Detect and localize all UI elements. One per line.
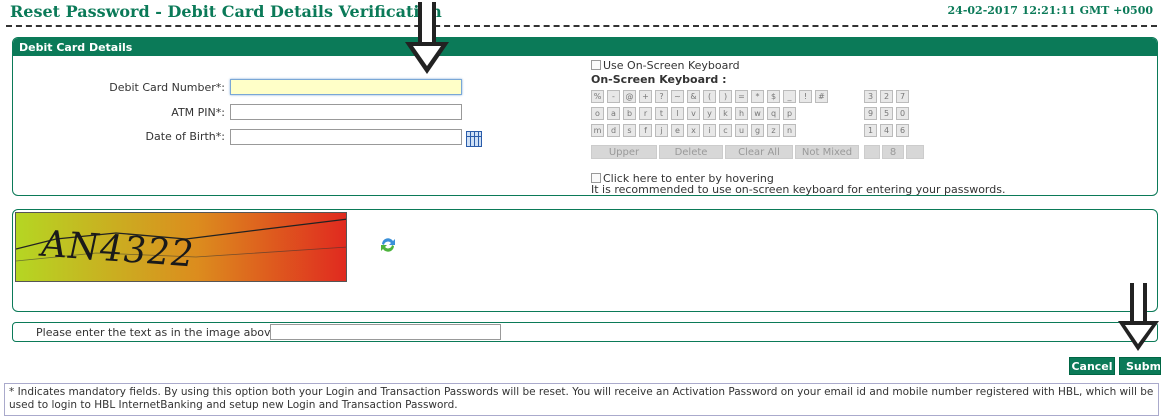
osk-row-letters-2: mdsfjexicugzn [591,124,796,137]
osk-key[interactable]: ~ [671,90,684,103]
osk-key[interactable]: ) [719,90,732,103]
refresh-icon[interactable] [378,235,398,255]
checkbox-box[interactable] [591,60,601,70]
panel-heading: Debit Card Details [13,38,1157,56]
osk-key[interactable]: c [719,124,732,137]
card-number-input[interactable] [230,79,462,95]
card-number-label: Debit Card Number*: [109,81,225,94]
cancel-button[interactable]: Cancel [1069,357,1115,375]
down-arrow-annotation [405,2,449,74]
osk-key[interactable]: ? [655,90,668,103]
not-mixed-key[interactable]: Not Mixed [795,145,859,159]
osk-key[interactable]: @ [623,90,636,103]
osk-key[interactable]: h [735,107,748,120]
numpad-key[interactable]: 0 [896,107,909,120]
osk-key[interactable]: f [639,124,652,137]
delete-key[interactable]: Delete [659,145,723,159]
page-title: Reset Password - Debit Card Details Veri… [10,2,442,21]
numpad-row-2: 950 [864,107,909,120]
numpad-key[interactable]: 4 [880,124,893,137]
osk-key[interactable]: s [623,124,636,137]
osk-key[interactable]: + [639,90,652,103]
osk-key[interactable]: m [591,124,604,137]
osk-key[interactable]: o [591,107,604,120]
osk-key[interactable]: u [735,124,748,137]
osk-key[interactable]: w [751,107,764,120]
osk-key[interactable]: d [607,124,620,137]
numpad-key-8[interactable]: 8 [882,145,904,159]
captcha-input[interactable] [270,324,501,340]
dob-label: Date of Birth*: [145,130,225,143]
osk-key[interactable]: ! [799,90,812,103]
osk-key[interactable]: i [703,124,716,137]
captcha-prompt-label: Please enter the text as in the image ab… [36,326,287,339]
mandatory-note: * Indicates mandatory fields. By using t… [4,383,1159,416]
numpad-key[interactable]: 2 [880,90,893,103]
atm-pin-label: ATM PIN*: [171,106,225,119]
osk-key[interactable]: r [639,107,652,120]
osk-key[interactable]: x [687,124,700,137]
osk-row-symbols: % - @ +? ~ &() = * $ _! # [591,90,828,103]
osk-key[interactable]: # [815,90,828,103]
osk-key[interactable]: * [751,90,764,103]
osk-key[interactable]: y [703,107,716,120]
osk-key[interactable]: ( [703,90,716,103]
down-arrow-annotation [1118,283,1159,351]
use-osk-checkbox[interactable]: Use On-Screen Keyboard [591,59,740,72]
numpad-blank-key [906,145,924,159]
osk-key[interactable]: v [687,107,700,120]
osk-key[interactable]: $ [767,90,780,103]
numpad-row-1: 327 [864,90,909,103]
osk-key[interactable]: q [767,107,780,120]
numpad-blank-key [864,145,880,159]
osk-key[interactable]: n [783,124,796,137]
upper-key[interactable]: Upper [591,145,657,159]
osk-key[interactable]: _ [783,90,796,103]
numpad-key[interactable]: 1 [864,124,877,137]
numpad-key[interactable]: 3 [864,90,877,103]
clear-all-key[interactable]: Clear All [725,145,793,159]
osk-row-letters-1: oabrtlvykhwqp [591,107,796,120]
osk-key[interactable]: e [671,124,684,137]
use-osk-label: Use On-Screen Keyboard [603,59,740,72]
osk-key[interactable]: % [591,90,604,103]
osk-key[interactable]: a [607,107,620,120]
dob-input[interactable] [230,129,462,145]
osk-key[interactable]: g [751,124,764,137]
osk-heading: On-Screen Keyboard : [591,73,727,86]
osk-key[interactable]: & [687,90,700,103]
calendar-icon[interactable] [466,131,482,147]
osk-key[interactable]: b [623,107,636,120]
title-divider [6,25,1157,27]
atm-pin-input[interactable] [230,104,462,120]
osk-key[interactable]: - [607,90,620,103]
osk-key[interactable]: j [655,124,668,137]
checkbox-box[interactable] [591,173,601,183]
submit-button[interactable]: Submit [1119,357,1161,375]
numpad-row-3: 146 [864,124,909,137]
recommend-text: It is recommended to use on-screen keybo… [591,183,1006,196]
numpad-key[interactable]: 9 [864,107,877,120]
numpad-key[interactable]: 5 [880,107,893,120]
osk-key[interactable]: p [783,107,796,120]
datetime: 24-02-2017 12:21:11 GMT +0500 [947,4,1153,17]
osk-key[interactable]: = [735,90,748,103]
numpad-key[interactable]: 6 [896,124,909,137]
osk-key[interactable]: l [671,107,684,120]
osk-key[interactable]: t [655,107,668,120]
numpad-key[interactable]: 7 [896,90,909,103]
captcha-image: AN4322 [15,212,347,282]
osk-key[interactable]: k [719,107,732,120]
osk-key[interactable]: z [767,124,780,137]
